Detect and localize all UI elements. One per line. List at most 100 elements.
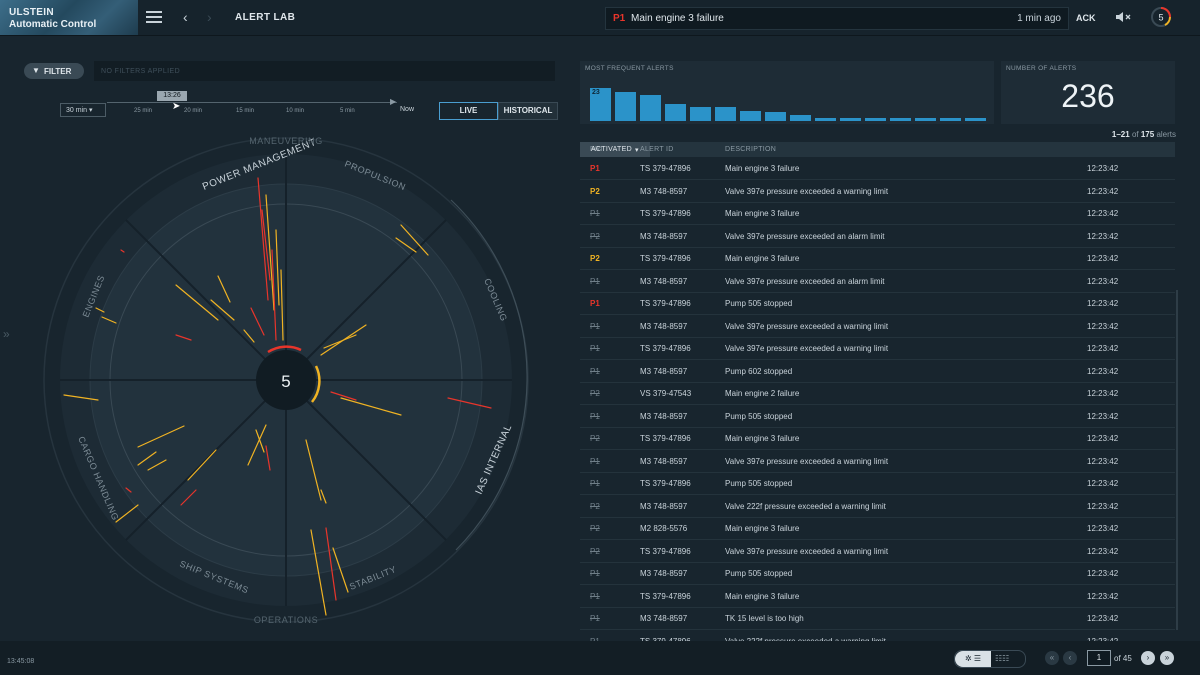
menu-icon[interactable] — [146, 11, 162, 23]
row-activated: 12:23:42 — [1087, 434, 1119, 443]
table-row[interactable]: P1 TS 379-47896 Valve 397e pressure exceed… — [580, 337, 1175, 360]
row-priority: P2 — [590, 231, 600, 241]
row-priority: P2 — [590, 389, 600, 398]
table-row[interactable]: P2 VS 379-47543 Main engine 2 failure 12:23… — [580, 382, 1175, 405]
page-input[interactable]: 1 — [1087, 650, 1111, 666]
filter-button[interactable]: ▼ FILTER — [24, 63, 84, 79]
row-alert-id: M3 748-8597 — [640, 501, 688, 511]
row-priority: P2 — [590, 186, 600, 196]
frequency-bar[interactable] — [765, 112, 786, 121]
row-description: Main engine 3 failure — [725, 254, 800, 263]
view-toggle[interactable]: ✲ ☰ ☷☷ — [954, 650, 1026, 668]
row-activated: 12:23:42 — [1087, 254, 1119, 263]
expand-panel-icon[interactable]: » — [3, 327, 10, 341]
table-row[interactable]: P2 TS 379-47896 Main engine 3 failure 12:23… — [580, 427, 1175, 450]
frequency-bar[interactable] — [740, 110, 761, 121]
table-row[interactable]: P1 M3 748-8597 Valve 397e pressure exceede… — [580, 315, 1175, 338]
table-row[interactable]: P1 TS 379-47896 Main engine 3 failure 12:23… — [580, 157, 1175, 180]
row-description: Pump 505 stopped — [725, 569, 793, 578]
range-total: 175 — [1140, 130, 1155, 139]
row-description: Pump 505 stopped — [725, 299, 793, 308]
wheel-list-view-icon[interactable]: ✲ ☰ — [955, 651, 991, 667]
mute-icon[interactable] — [1115, 11, 1131, 26]
alert-wheel[interactable]: POWER MANAGEMENT PROPULSION COOLING IAS … — [36, 130, 536, 630]
frequency-bar[interactable]: 23 — [590, 87, 611, 121]
clock: 13:45:08 — [7, 658, 35, 665]
frequency-bar[interactable] — [840, 118, 861, 121]
timeline-track[interactable] — [107, 102, 397, 103]
prev-page-button[interactable]: ‹ — [1063, 651, 1077, 665]
table-row[interactable]: P1 TS 379-47896 Valve 222f pressure exceed… — [580, 630, 1175, 642]
filter-field[interactable]: NO FILTERS APPLIED — [94, 61, 555, 81]
table-row[interactable]: P2 M2 828-5576 Main engine 3 failure 12:23:… — [580, 517, 1175, 540]
frequency-bar[interactable] — [890, 118, 911, 121]
table-row[interactable]: P1 M3 748-8597 Valve 397e pressure exceede… — [580, 270, 1175, 293]
table-row[interactable]: P1 M3 748-8597 Pump 602 stopped 12:23:42 — [580, 360, 1175, 383]
filter-placeholder: NO FILTERS APPLIED — [101, 68, 181, 75]
row-activated: 12:23:42 — [1087, 321, 1119, 331]
column-description[interactable]: DESCRIPTION — [725, 146, 776, 153]
historical-toggle[interactable]: HISTORICAL — [498, 102, 558, 120]
frequency-bar[interactable] — [940, 118, 961, 121]
bottom-bar: 13:45:08 ✲ ☰ ☷☷ « ‹ 1 of 45 › » — [0, 641, 1200, 675]
table-row[interactable]: P1 M3 748-8597 Pump 505 stopped 12:23:42 — [580, 405, 1175, 428]
frequency-bar[interactable] — [640, 95, 661, 121]
row-priority: P2 — [590, 434, 600, 443]
frequency-bar[interactable] — [815, 118, 836, 121]
frequency-bar[interactable] — [965, 118, 986, 121]
row-priority: P2 — [590, 501, 600, 511]
row-alert-id: TS 379-47896 — [640, 164, 691, 173]
timeline-marker[interactable]: 13:26 — [157, 91, 187, 101]
row-description: Valve 397e pressure exceeded an alarm li… — [725, 276, 885, 286]
first-page-button[interactable]: « — [1045, 651, 1059, 665]
time-range-select[interactable]: 30 min ▾ — [60, 103, 106, 117]
table-row[interactable]: P1 M3 748-8597 Pump 505 stopped 12:23:42 — [580, 562, 1175, 585]
next-page-button[interactable]: › — [1141, 651, 1155, 665]
forward-button[interactable]: › — [207, 9, 212, 25]
last-page-button[interactable]: » — [1160, 651, 1174, 665]
row-priority: P1 — [590, 321, 600, 331]
frequency-bar[interactable] — [715, 106, 736, 121]
table-row[interactable]: P1 TS 379-47896 Main engine 3 failure 12:23… — [580, 202, 1175, 225]
column-activated-label: ACTIVATED — [591, 146, 632, 153]
most-frequent-alerts-panel: MOST FREQUENT ALERTS 23 — [580, 61, 994, 124]
frequency-bar[interactable] — [690, 106, 711, 121]
row-activated: 12:23:42 — [1087, 186, 1119, 196]
table-row[interactable]: P2 M3 748-8597 Valve 397e pressure exceede… — [580, 225, 1175, 248]
table-row[interactable]: P2 M3 748-8597 Valve 397e pressure exceede… — [580, 180, 1175, 203]
current-alert-banner[interactable]: P1 Main engine 3 failure 1 min ago — [605, 7, 1069, 30]
row-alert-id: TS 379-47896 — [640, 479, 691, 488]
table-row[interactable]: P2 TS 379-47896 Valve 397e pressure exceed… — [580, 540, 1175, 563]
table-row[interactable]: P1 M3 748-8597 Valve 397e pressure exceede… — [580, 450, 1175, 473]
live-toggle[interactable]: LIVE — [439, 102, 498, 120]
active-alerts-badge[interactable]: 5 — [1150, 6, 1172, 28]
row-priority: P1 — [590, 209, 600, 218]
row-description: Main engine 3 failure — [725, 164, 800, 173]
outer-label-operations[interactable]: OPERATIONS — [254, 615, 318, 625]
table-row[interactable]: P2 M3 748-8597 Valve 222f pressure exceede… — [580, 495, 1175, 518]
column-alert-id[interactable]: ALERT ID — [640, 146, 674, 153]
row-description: Pump 602 stopped — [725, 366, 793, 376]
outer-label-maneuvering[interactable]: MANEUVERING — [249, 136, 323, 146]
row-activated: 12:23:42 — [1087, 276, 1119, 286]
timeline-tick: 20 min — [184, 108, 203, 114]
table-row[interactable]: P1 TS 379-47896 Main engine 3 failure 12:23… — [580, 585, 1175, 608]
table-row[interactable]: P1 TS 379-47896 Pump 505 stopped 12:23:42 — [580, 472, 1175, 495]
row-description: Valve 397e pressure exceeded a warning l… — [725, 344, 889, 353]
frequency-bar[interactable] — [615, 92, 636, 121]
back-button[interactable]: ‹ — [183, 9, 188, 25]
row-activated: 12:23:42 — [1087, 411, 1119, 421]
frequency-bar[interactable] — [790, 115, 811, 121]
table-row[interactable]: P1 TS 379-47896 Pump 505 stopped 12:23:42 — [580, 292, 1175, 315]
most-frequent-alerts-title: MOST FREQUENT ALERTS — [585, 65, 674, 72]
row-description: Main engine 3 failure — [725, 591, 800, 601]
row-priority: P1 — [590, 456, 600, 466]
table-scrollbar[interactable] — [1176, 290, 1178, 630]
ack-button[interactable]: ACK — [1076, 13, 1096, 23]
table-row[interactable]: P1 M3 748-8597 TK 15 level is too high 12:2… — [580, 607, 1175, 630]
table-row[interactable]: P2 TS 379-47896 Main engine 3 failure 12:23… — [580, 247, 1175, 270]
frequency-bar[interactable] — [915, 118, 936, 121]
frequency-bar[interactable] — [865, 118, 886, 121]
frequency-bar[interactable] — [665, 103, 686, 121]
table-view-icon[interactable]: ☷☷ — [995, 654, 1009, 663]
